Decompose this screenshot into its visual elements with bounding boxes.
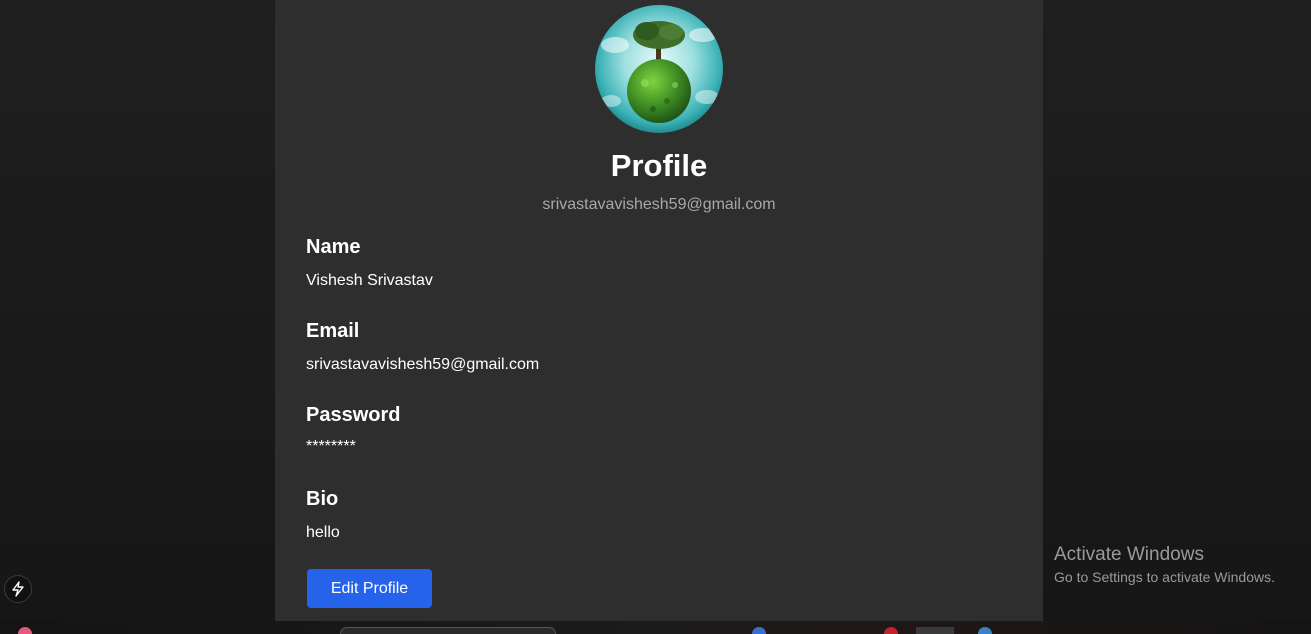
profile-email-header: srivastavavishesh59@gmail.com	[542, 196, 776, 213]
lightning-bolt-icon	[12, 581, 24, 597]
activate-windows-watermark: Activate Windows Go to Settings to activ…	[1054, 544, 1275, 586]
edit-profile-button[interactable]: Edit Profile	[307, 569, 432, 608]
dev-tools-button[interactable]	[4, 575, 32, 603]
profile-card: Profile srivastavavishesh59@gmail.com Na…	[275, 0, 1043, 621]
weather-icon[interactable]	[18, 627, 32, 634]
bio-value: hello	[306, 524, 340, 541]
active-app-icon[interactable]	[916, 627, 954, 634]
name-label: Name	[306, 236, 361, 258]
watermark-subtitle: Go to Settings to activate Windows.	[1054, 569, 1275, 585]
password-value: ********	[306, 438, 356, 455]
page-title: Profile	[610, 148, 708, 183]
password-label: Password	[306, 404, 401, 426]
taskbar	[0, 621, 1311, 634]
email-value: srivastavavishesh59@gmail.com	[306, 356, 540, 373]
app-icon[interactable]	[752, 627, 766, 634]
watermark-title: Activate Windows	[1054, 544, 1204, 565]
edge-icon[interactable]	[978, 627, 992, 634]
avatar	[595, 5, 723, 133]
page: Profile srivastavavishesh59@gmail.com Na…	[0, 0, 1311, 634]
taskbar-search-input[interactable]	[340, 627, 556, 634]
email-label: Email	[306, 320, 360, 342]
bio-label: Bio	[306, 488, 339, 510]
globe-tree-avatar-icon	[595, 5, 723, 133]
browser-icon[interactable]	[884, 627, 898, 634]
name-value: Vishesh Srivastav	[306, 272, 433, 289]
